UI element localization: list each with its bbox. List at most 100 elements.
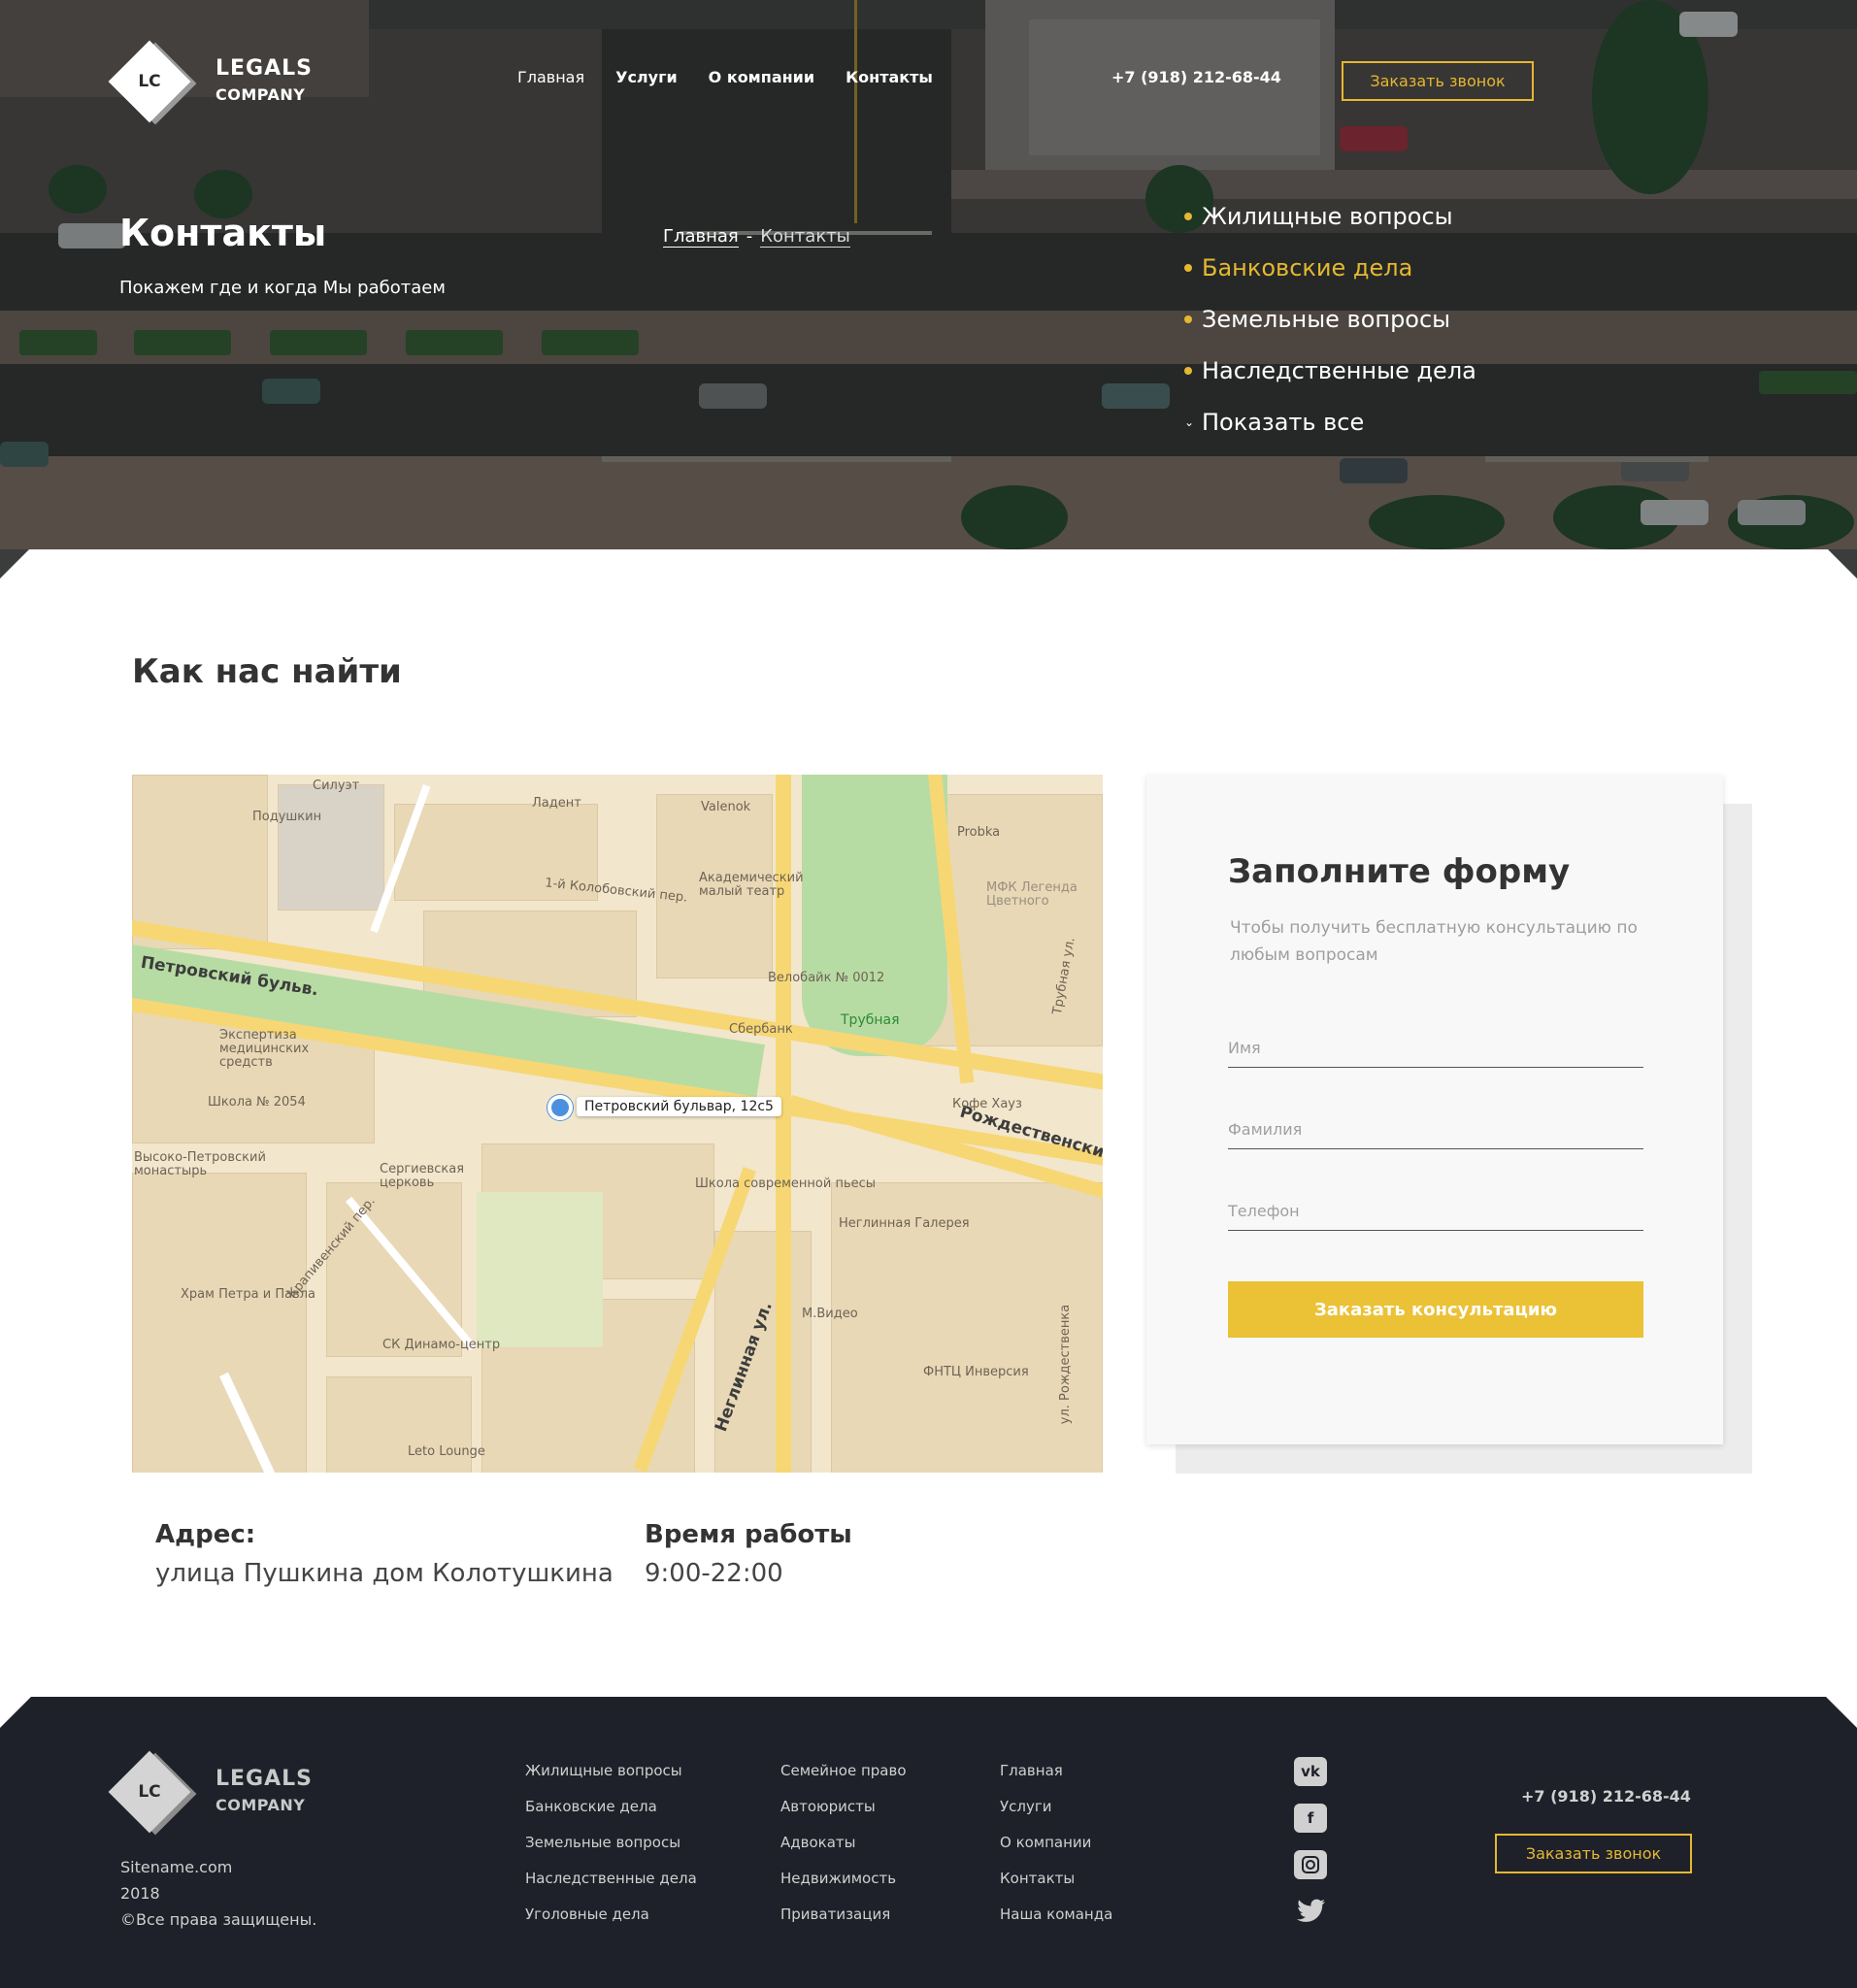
nav-home[interactable]: Главная xyxy=(517,68,584,86)
footer-meta: Sitename.com 2018 ©Все права защищены. xyxy=(120,1854,316,1933)
breadcrumb-current[interactable]: Контакты xyxy=(760,226,850,248)
map-place-label: Экспертиза медицинских средств xyxy=(219,1028,310,1070)
footer-link[interactable]: Жилищные вопросы xyxy=(525,1762,697,1798)
logo-mark: LC xyxy=(105,37,197,125)
footer-site[interactable]: Sitename.com xyxy=(120,1854,316,1880)
map-place-label: Probka xyxy=(957,825,1001,840)
logo-mark: LC xyxy=(105,1747,197,1836)
footer-link[interactable]: Наша команда xyxy=(1000,1905,1112,1941)
address-value: улица Пушкина дом Колотушкина xyxy=(155,1559,613,1588)
footer-corner-left xyxy=(0,1697,31,1728)
map-place-label: Трубная xyxy=(841,1012,900,1028)
phone-input[interactable] xyxy=(1228,1192,1643,1230)
map-place-label: Valenok xyxy=(701,800,751,814)
bullet-icon xyxy=(1184,263,1192,272)
order-consultation-button[interactable]: Заказать консультацию xyxy=(1228,1281,1643,1338)
show-all-label: Показать все xyxy=(1202,408,1365,436)
breadcrumb-separator: - xyxy=(746,226,753,247)
footer-link[interactable]: Банковские дела xyxy=(525,1798,697,1834)
page-title: Контакты xyxy=(119,212,327,254)
footer-phone[interactable]: +7 (918) 212-68-44 xyxy=(1521,1787,1691,1806)
vk-icon[interactable]: vk xyxy=(1294,1757,1327,1786)
map-place-label: Школа современной пьесы xyxy=(695,1176,877,1191)
header-phone[interactable]: +7 (918) 212-68-44 xyxy=(1111,68,1281,86)
breadcrumb: Главная - Контакты xyxy=(663,226,850,248)
footer-link[interactable]: Семейное право xyxy=(780,1762,907,1798)
map-street-label: ул. Рождественка xyxy=(1058,1304,1074,1425)
facebook-icon[interactable]: f xyxy=(1294,1804,1327,1833)
surname-field xyxy=(1228,1110,1643,1149)
footer-column-nav: Главная Услуги О компании Контакты Наша … xyxy=(1000,1762,1112,1941)
footer-link[interactable]: Адвокаты xyxy=(780,1834,907,1870)
map-place-label: М.Видео xyxy=(802,1307,858,1321)
footer-logo[interactable]: LC LEGALS COMPANY xyxy=(105,1747,313,1836)
service-item[interactable]: Банковские дела xyxy=(1184,242,1476,293)
map-place-label: Неглинная Галерея xyxy=(839,1216,970,1231)
footer-link[interactable]: Контакты xyxy=(1000,1870,1112,1905)
logo-line1: LEGALS xyxy=(216,56,313,81)
logo-wordmark: LEGALS COMPANY xyxy=(216,1769,313,1813)
service-item-label: Земельные вопросы xyxy=(1202,305,1451,333)
chevron-down-icon: ⌄ xyxy=(1184,414,1195,429)
map-pin-icon[interactable] xyxy=(547,1095,573,1120)
map-pin-label: Петровский бульвар, 12с5 xyxy=(577,1097,781,1116)
footer-rights: ©Все права защищены. xyxy=(120,1910,317,1929)
footer-corner-right xyxy=(1826,1697,1857,1728)
page-subtitle: Покажем где и когда Мы работаем xyxy=(119,278,446,298)
map-place-label: Велобайк № 0012 xyxy=(768,971,885,985)
form-subtitle: Чтобы получить бесплатную консультацию п… xyxy=(1230,918,1638,965)
map-place-label: Сергиевская церковь xyxy=(380,1162,465,1190)
footer-link[interactable]: Уголовные дела xyxy=(525,1905,697,1941)
breadcrumb-home[interactable]: Главная xyxy=(663,226,739,248)
header-callback-button[interactable]: Заказать звонок xyxy=(1342,61,1534,101)
map-place-label: Школа № 2054 xyxy=(208,1095,306,1110)
map-place-label: Высоко-Петровский монастырь xyxy=(134,1150,266,1178)
map-place-label: Академический малый театр xyxy=(699,871,804,899)
footer-link[interactable]: Приватизация xyxy=(780,1905,907,1941)
show-all-services[interactable]: ⌄ Показать все xyxy=(1184,396,1476,447)
logo-mark-text: LC xyxy=(138,1782,161,1802)
hours-label: Время работы xyxy=(645,1520,852,1549)
footer-callback-button[interactable]: Заказать звонок xyxy=(1495,1834,1692,1873)
map-place-label: Leto Lounge xyxy=(408,1444,485,1459)
name-input[interactable] xyxy=(1228,1029,1643,1067)
footer-link[interactable]: Автоюристы xyxy=(780,1798,907,1834)
map-place-label: Кофе Хауз xyxy=(952,1097,1022,1111)
nav-contacts[interactable]: Контакты xyxy=(846,68,933,86)
footer-link[interactable]: Земельные вопросы xyxy=(525,1834,697,1870)
service-item[interactable]: Наследственные дела xyxy=(1184,345,1476,396)
bullet-icon xyxy=(1184,366,1192,375)
map-place-label: Подушкин xyxy=(252,810,322,824)
section-title: Как нас найти xyxy=(132,652,402,691)
consultation-form: Заполните форму Чтобы получить бесплатну… xyxy=(1146,775,1723,1444)
surname-input[interactable] xyxy=(1228,1110,1643,1148)
map-place-label: ФНТЦ Инверсия xyxy=(923,1365,1029,1379)
name-field xyxy=(1228,1029,1643,1068)
bullet-icon xyxy=(1184,212,1192,220)
service-item[interactable]: Жилищные вопросы xyxy=(1184,190,1476,242)
service-item[interactable]: Земельные вопросы xyxy=(1184,293,1476,345)
location-map[interactable]: Петровский бульв. Рождественский Неглинн… xyxy=(132,775,1103,1473)
main-nav: Главная Услуги О компании Контакты xyxy=(517,68,933,86)
instagram-icon[interactable] xyxy=(1294,1850,1327,1879)
twitter-icon[interactable] xyxy=(1294,1897,1327,1926)
map-place-label: Храм Петра и Павла xyxy=(181,1287,316,1302)
header-logo[interactable]: LC LEGALS COMPANY xyxy=(105,37,313,125)
logo-wordmark: LEGALS COMPANY xyxy=(216,58,313,103)
footer-link[interactable]: Наследственные дела xyxy=(525,1870,697,1905)
address-label: Адрес: xyxy=(155,1520,256,1549)
nav-services[interactable]: Услуги xyxy=(615,68,678,86)
footer-link[interactable]: Главная xyxy=(1000,1762,1112,1798)
logo-line1: LEGALS xyxy=(216,1767,313,1791)
footer-link[interactable]: О компании xyxy=(1000,1834,1112,1870)
map-place-label: Сбербанк xyxy=(729,1022,793,1037)
footer-link[interactable]: Недвижимость xyxy=(780,1870,907,1905)
footer-column-services: Жилищные вопросы Банковские дела Земельн… xyxy=(525,1762,697,1941)
footer-link[interactable]: Услуги xyxy=(1000,1798,1112,1834)
map-place-label: МФК Легенда Цветного xyxy=(986,880,1078,909)
service-item-label: Банковские дела xyxy=(1202,253,1413,282)
bullet-icon xyxy=(1184,315,1192,323)
footer-year: 2018 xyxy=(120,1884,160,1903)
nav-about[interactable]: О компании xyxy=(709,68,814,86)
hero-corner-left xyxy=(0,549,29,579)
